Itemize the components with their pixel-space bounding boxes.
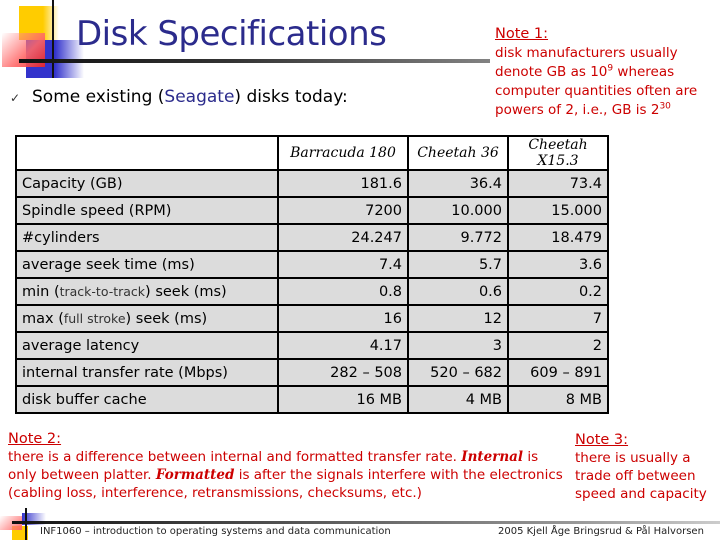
row-label-text: ) seek (ms) <box>145 283 227 300</box>
note-1-text: whereas <box>613 64 675 80</box>
cell-value: 9.772 <box>407 223 509 252</box>
table-row: average latency 4.17 3 2 <box>15 331 609 360</box>
note-3: Note 3: there is usually a trade off bet… <box>575 431 720 503</box>
cell-value: 609 – 891 <box>507 358 609 387</box>
table-row: Capacity (GB) 181.6 36.4 73.4 <box>15 169 609 198</box>
row-label-text: max ( <box>22 310 64 327</box>
note-2-title: Note 2: <box>8 431 62 447</box>
cell-value: 16 <box>277 304 409 333</box>
bullet-prefix: Some existing ( <box>32 87 165 107</box>
note-2-body: there is a difference between internal a… <box>8 448 568 502</box>
row-label-text: min ( <box>22 283 60 300</box>
row-label: min (track-to-track) seek (ms) <box>15 277 279 306</box>
cell-value: 181.6 <box>277 169 409 198</box>
note-1-text: powers of 2, i.e., GB is 2 <box>495 102 660 118</box>
note-3-body: there is usually a trade off between spe… <box>575 450 707 502</box>
note-1: Note 1: disk manufacturers usually denot… <box>490 25 720 120</box>
cell-value: 12 <box>407 304 509 333</box>
note-3-title: Note 3: <box>575 432 629 448</box>
table-row: min (track-to-track) seek (ms) 0.8 0.6 0… <box>15 277 609 306</box>
cell-value: 7.4 <box>277 250 409 279</box>
note-1-text: denote GB as 10 <box>495 64 608 80</box>
cell-value: 16 MB <box>277 385 409 414</box>
note-2-text: there is a difference between internal a… <box>8 449 462 465</box>
row-label: Spindle speed (RPM) <box>15 196 279 225</box>
bullet-item: ✓ Some existing (Seagate) disks today: <box>10 87 348 107</box>
table-row: Spindle speed (RPM) 7200 10.000 15.000 <box>15 196 609 225</box>
cell-value: 36.4 <box>407 169 509 198</box>
row-label: #cylinders <box>15 223 279 252</box>
row-label: average seek time (ms) <box>15 250 279 279</box>
row-label: Capacity (GB) <box>15 169 279 198</box>
footer-logo-line <box>25 508 27 540</box>
row-label: disk buffer cache <box>15 385 279 414</box>
note-1-sup: 30 <box>659 101 671 112</box>
note-1-line: disk manufacturers usually <box>495 45 678 61</box>
table-header-cheetah-x15: Cheetah X15.3 <box>507 135 609 171</box>
footer-course: INF1060 – introduction to operating syst… <box>40 526 391 537</box>
cell-value: 0.2 <box>507 277 609 306</box>
logo-vertical-line <box>52 0 54 78</box>
cell-value: 24.247 <box>277 223 409 252</box>
cell-value: 4.17 <box>277 331 409 360</box>
cell-value: 18.479 <box>507 223 609 252</box>
table-header-barracuda: Barracuda 180 <box>277 135 409 171</box>
bullet-suffix: ) disks today: <box>234 87 348 107</box>
note-2-emphasis: Internal <box>461 449 524 465</box>
cell-value: 0.8 <box>277 277 409 306</box>
table-header-empty <box>15 135 279 171</box>
note-1-title: Note 1: <box>495 26 549 42</box>
disk-specs-table: Barracuda 180 Cheetah 36 Cheetah X15.3 C… <box>15 135 609 414</box>
note-1-line: powers of 2, i.e., GB is 230 <box>495 101 720 120</box>
cell-value: 5.7 <box>407 250 509 279</box>
table-row: #cylinders 24.247 9.772 18.479 <box>15 223 609 252</box>
cell-value: 3.6 <box>507 250 609 279</box>
row-label-text: ) seek (ms) <box>125 310 208 327</box>
note-2: Note 2: there is a difference between in… <box>8 430 568 502</box>
cell-value: 10.000 <box>407 196 509 225</box>
row-label: max (full stroke) seek (ms) <box>15 304 279 333</box>
footer-authors: 2005 Kjell Åge Bringsrud & Pål Halvorsen <box>498 526 704 537</box>
note-1-line: denote GB as 109 whereas <box>495 63 720 82</box>
row-label: average latency <box>15 331 279 360</box>
table-row: max (full stroke) seek (ms) 16 12 7 <box>15 304 609 333</box>
table-row: average seek time (ms) 7.4 5.7 3.6 <box>15 250 609 279</box>
check-icon: ✓ <box>10 91 21 105</box>
cell-value: 15.000 <box>507 196 609 225</box>
cell-value: 0.6 <box>407 277 509 306</box>
cell-value: 8 MB <box>507 385 609 414</box>
cell-value: 520 – 682 <box>407 358 509 387</box>
row-label: internal transfer rate (Mbps) <box>15 358 279 387</box>
table-row: disk buffer cache 16 MB 4 MB 8 MB <box>15 385 609 414</box>
bullet-accent: Seagate <box>164 87 235 107</box>
row-label-small: full stroke <box>63 310 126 326</box>
cell-value: 4 MB <box>407 385 509 414</box>
cell-value: 2 <box>507 331 609 360</box>
table-header-row: Barracuda 180 Cheetah 36 Cheetah X15.3 <box>15 135 609 171</box>
table-header-cheetah-36: Cheetah 36 <box>407 135 509 171</box>
footer-divider <box>12 521 720 524</box>
slide-title: Disk Specifications <box>76 14 387 54</box>
cell-value: 3 <box>407 331 509 360</box>
cell-value: 73.4 <box>507 169 609 198</box>
table-row: internal transfer rate (Mbps) 282 – 508 … <box>15 358 609 387</box>
note-1-line: computer quantities often are <box>495 83 698 99</box>
cell-value: 7 <box>507 304 609 333</box>
cell-value: 282 – 508 <box>277 358 409 387</box>
cell-value: 7200 <box>277 196 409 225</box>
row-label-small: track-to-track <box>59 283 146 299</box>
note-2-emphasis: Formatted <box>155 467 235 483</box>
